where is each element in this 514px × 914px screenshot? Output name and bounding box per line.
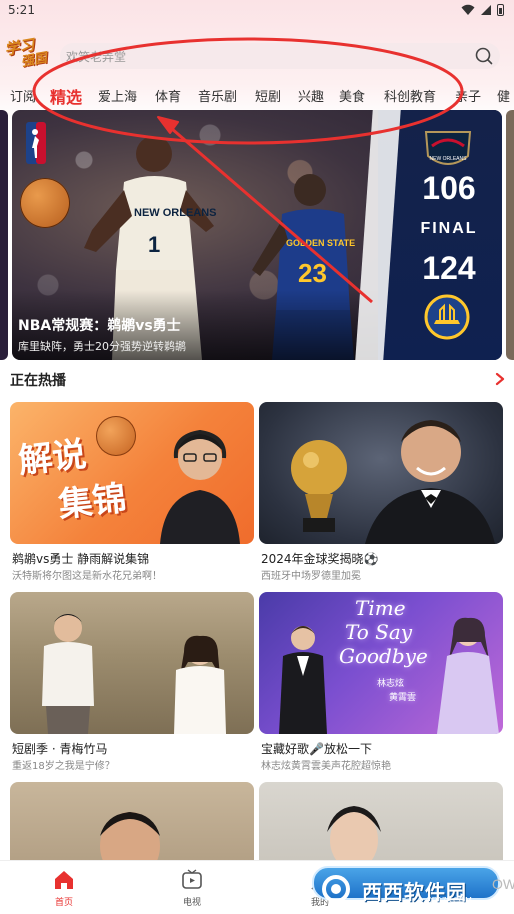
ballon-dor-trophy-image xyxy=(291,440,347,532)
banner-title: NBA常规赛：鹈鹕vs勇士 xyxy=(18,318,181,334)
jersey2-number: 23 xyxy=(298,258,327,288)
singer-image xyxy=(437,617,499,734)
tab-subscribe[interactable]: 订阅 xyxy=(10,86,36,105)
pelicans-logo-text: NEW ORLEANS xyxy=(430,156,468,162)
battery-icon xyxy=(497,4,504,16)
jersey-text: NEW ORLEANS xyxy=(134,207,217,219)
card-title: 鹈鹕vs勇士 静雨解说集锦 xyxy=(12,552,150,566)
thumb-text: 集锦 xyxy=(56,478,129,526)
search-bar[interactable]: 欢笑老弄堂 xyxy=(60,43,500,69)
warriors-logo-icon xyxy=(424,294,470,340)
card-title: 宝藏好歌🎤放松一下 xyxy=(261,742,372,756)
thumb-text: Goodbye xyxy=(339,644,428,668)
jersey-number: 1 xyxy=(148,232,160,257)
actor-image xyxy=(327,806,381,860)
tab-short-drama[interactable]: 短剧 xyxy=(255,86,281,105)
card-title: 短剧季 · 青梅竹马 xyxy=(12,742,108,756)
search-icon[interactable] xyxy=(474,46,494,66)
video-card[interactable] xyxy=(259,782,503,860)
score-away: 124 xyxy=(422,250,476,286)
video-card[interactable] xyxy=(10,782,254,860)
video-card[interactable]: 解说 集锦 鹈鹕vs勇士 静雨解说集锦 沃特斯将尔图这是新水花兄弟啊！ xyxy=(10,402,254,582)
watermark-overlay: 西西软件园 CR173.COM OW xyxy=(312,862,514,906)
chevron-right-icon[interactable] xyxy=(494,372,506,386)
card-subtitle: 西班牙中场罗德里加冕 xyxy=(261,571,361,582)
tab-featured[interactable]: 精选 xyxy=(50,84,82,108)
video-thumbnail xyxy=(10,782,254,860)
watermark-url: CR173.COM xyxy=(426,896,472,905)
video-card[interactable]: 2024年金球奖揭晓⚽ 西班牙中场罗德里加冕 xyxy=(259,402,503,582)
actor-image xyxy=(42,614,94,734)
tab-sports[interactable]: 体育 xyxy=(155,86,181,105)
nav-tv-label: 电视 xyxy=(182,898,201,908)
score-home: 106 xyxy=(422,170,476,206)
banner-prev-peek[interactable] xyxy=(0,110,8,360)
section-title: 正在热播 xyxy=(10,373,66,389)
card-subtitle: 重返18岁之我是宁修？ xyxy=(12,761,115,772)
tab-health[interactable]: 健 xyxy=(497,86,510,105)
signal-icon xyxy=(481,5,491,15)
video-thumbnail xyxy=(10,592,254,734)
score-panel: NEW ORLEANS 106 FINAL 124 xyxy=(378,110,502,360)
actor-image xyxy=(100,812,160,860)
nav-tv[interactable]: 电视 xyxy=(162,869,222,908)
basketball-image xyxy=(96,416,136,456)
thumb-caption: 黄霄雲 xyxy=(389,693,417,703)
game-status: FINAL xyxy=(420,220,478,237)
tab-parenting[interactable]: 亲子 xyxy=(455,86,481,105)
tab-food[interactable]: 美食 xyxy=(339,86,365,105)
nba-logo-icon xyxy=(26,122,46,164)
singer-image xyxy=(279,626,327,734)
video-thumbnail: Time To Say Goodbye 林志炫 黄霄雲 xyxy=(259,592,503,734)
home-icon xyxy=(55,871,73,889)
watermark-partial-text: OW xyxy=(492,876,514,892)
card-subtitle: 林志炫黄霄雲美声花腔超惊艳 xyxy=(261,761,391,772)
tab-interest[interactable]: 兴趣 xyxy=(298,86,324,105)
pelicans-logo-icon: NEW ORLEANS xyxy=(424,131,472,165)
wifi-icon xyxy=(461,4,475,15)
tab-education[interactable]: 科创教育 xyxy=(384,86,436,105)
channel-tabs: 订阅 精选 爱上海 体育 音乐剧 短剧 兴趣 美食 科创教育 亲子 健 xyxy=(0,80,514,108)
status-time: 5:21 xyxy=(8,3,35,17)
watermark-logo-icon xyxy=(322,875,350,903)
card-title: 2024年金球奖揭晓⚽ xyxy=(261,552,379,566)
actress-image xyxy=(174,635,226,734)
status-bar: 5:21 xyxy=(0,0,514,22)
commentator-image xyxy=(160,429,240,544)
watermark-badge: 西西软件园 CR173.COM xyxy=(312,866,500,905)
video-card[interactable]: 短剧季 · 青梅竹马 重返18岁之我是宁修？ xyxy=(10,592,254,772)
status-icons xyxy=(461,4,504,16)
nav-home[interactable]: 首页 xyxy=(34,869,94,908)
card-subtitle: 沃特斯将尔图这是新水花兄弟啊！ xyxy=(12,571,162,582)
video-card[interactable]: Time To Say Goodbye 林志炫 黄霄雲 宝藏好歌🎤放松一下 林志… xyxy=(259,592,503,772)
banner-subtitle: 库里缺阵，勇士20分强势逆转鹈鹕 xyxy=(18,340,186,353)
thumb-text: To Say xyxy=(345,620,413,644)
tab-shanghai[interactable]: 爱上海 xyxy=(98,86,137,105)
video-thumbnail xyxy=(259,402,503,544)
video-thumbnail: 解说 集锦 xyxy=(10,402,254,544)
basketball-image xyxy=(20,178,70,228)
nav-home-label: 首页 xyxy=(54,898,73,908)
thumb-caption: 林志炫 xyxy=(377,679,405,689)
hero-banner[interactable]: NEW ORLEANS 1 GOLDEN STATE 23 NEW ORLEAN… xyxy=(12,110,502,360)
video-thumbnail xyxy=(259,782,503,860)
thumb-text: Time xyxy=(355,596,406,620)
tab-musical[interactable]: 音乐剧 xyxy=(198,86,237,105)
jersey2-text: GOLDEN STATE xyxy=(286,238,355,248)
thumb-text: 解说 xyxy=(16,434,89,482)
rodri-image xyxy=(365,420,495,544)
tv-icon xyxy=(182,869,202,889)
banner-next-peek[interactable] xyxy=(506,110,514,360)
search-placeholder: 欢笑老弄堂 xyxy=(66,50,127,64)
